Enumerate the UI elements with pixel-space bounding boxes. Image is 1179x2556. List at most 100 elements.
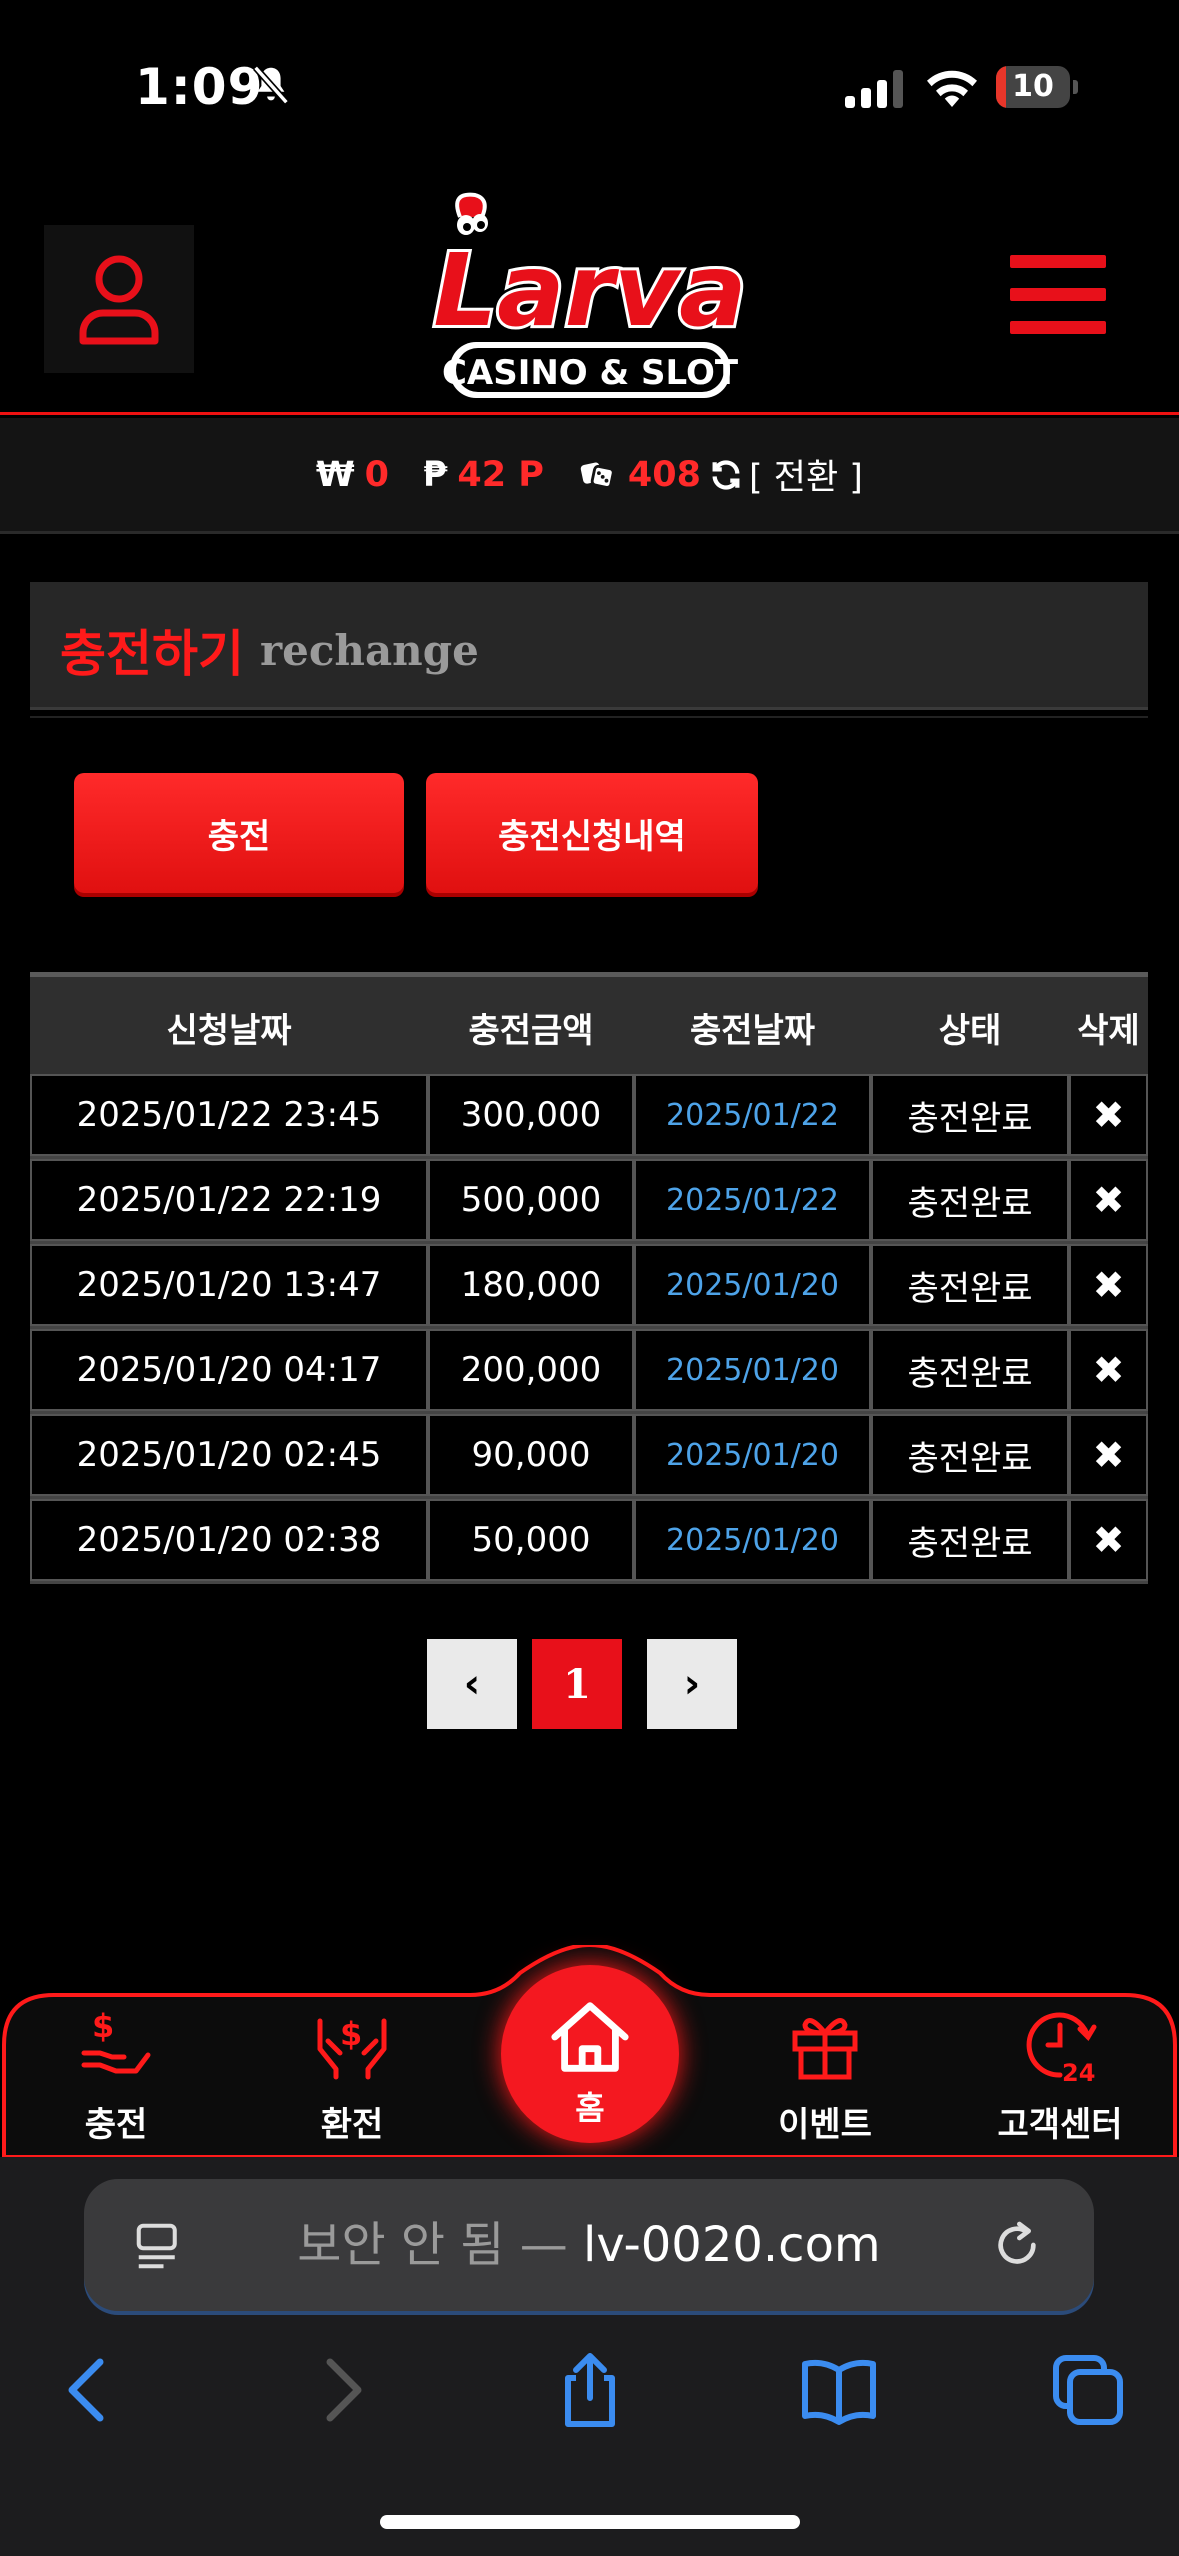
user-icon [79,255,159,345]
table-header: 신청날짜 충전금액 충전날짜 상태 삭제 [30,972,1148,1074]
table-row: 2025/01/20 04:17 200,000 2025/01/20 충전완료… [30,1329,1148,1414]
delete-icon[interactable]: ✖ [1069,1074,1148,1156]
svg-text:24: 24 [1062,2059,1095,2085]
charge-history-button[interactable]: 충전신청내역 [426,773,758,893]
nav-label: 홈 [575,2089,605,2127]
gift-icon [792,2018,858,2080]
battery-level: 10 [1012,69,1054,104]
delete-icon[interactable]: ✖ [1069,1329,1148,1411]
nav-deposit[interactable]: $ 충전 [16,2005,216,2155]
cell-status: 충전완료 [871,1414,1069,1496]
cell-request-date: 2025/01/20 02:45 [30,1414,428,1496]
table-row: 2025/01/22 23:45 300,000 2025/01/22 충전완료… [30,1074,1148,1159]
won-symbol: ₩ [316,454,355,495]
status-bar: 1:09 10 [0,0,1179,170]
forward-icon[interactable] [302,2350,382,2430]
share-icon[interactable] [550,2350,630,2430]
cell-amount: 200,000 [428,1329,634,1411]
delete-icon[interactable]: ✖ [1069,1499,1148,1581]
cell-status: 충전완료 [871,1499,1069,1581]
delete-icon[interactable]: ✖ [1069,1414,1148,1496]
table-row: 2025/01/20 02:38 50,000 2025/01/20 충전완료 … [30,1499,1148,1584]
header-request-date: 신청날짜 [166,1011,292,1051]
page-1-button[interactable]: 1 [532,1639,622,1729]
cell-request-date: 2025/01/20 13:47 [30,1244,428,1326]
cell-amount: 300,000 [428,1074,634,1156]
address-bar[interactable]: 보안 안 됨 — lv-0020.com [84,2179,1094,2311]
header-delete: 삭제 [1077,1011,1140,1051]
browser-toolbar: 보안 안 됨 — lv-0020.com [0,2157,1179,2556]
home-indicator [380,2515,800,2529]
cell-status: 충전완료 [871,1244,1069,1326]
insecure-label: 보안 안 됨 — [297,2217,568,2273]
section-header: 충전하기 rechange [30,582,1148,710]
table-row: 2025/01/22 22:19 500,000 2025/01/22 충전완료… [30,1159,1148,1244]
chip-balance: 408 [627,454,701,495]
home-icon [551,2002,629,2072]
nav-label: 환전 [320,2105,384,2145]
switch-button[interactable]: [ 전환 ] [749,449,863,500]
wifi-icon [927,70,977,107]
svg-text:Larva: Larva [433,232,746,349]
nav-label: 고객센터 [997,2105,1123,2145]
exchange-icon: $ [317,2015,387,2080]
balance-bar: ₩ 0 ₱ 42 P 408 [ 전환 ] [0,418,1179,534]
dice-icon [580,462,615,489]
cell-status: 충전완료 [871,1329,1069,1411]
won-balance: 0 [364,454,390,495]
cell-amount: 50,000 [428,1499,634,1581]
nav-label: 이벤트 [778,2105,872,2145]
table-row: 2025/01/20 13:47 180,000 2025/01/20 충전완료… [30,1244,1148,1329]
cell-amount: 500,000 [428,1159,634,1241]
next-page-button[interactable]: › [647,1639,737,1729]
battery-indicator: 10 [996,66,1078,108]
back-icon[interactable] [48,2350,128,2430]
cell-charge-date[interactable]: 2025/01/20 [634,1499,871,1581]
support-24-icon: 24 [1026,2012,1097,2085]
nav-event[interactable]: 이벤트 [725,2005,925,2155]
pagination: ‹ 1 › [427,1639,737,1729]
cell-charge-date[interactable]: 2025/01/22 [634,1074,871,1156]
cell-amount: 90,000 [428,1414,634,1496]
delete-icon[interactable]: ✖ [1069,1159,1148,1241]
header-charge-date: 충전날짜 [689,1011,816,1051]
bookmarks-icon[interactable] [799,2350,879,2430]
svg-text:$: $ [92,2007,114,2045]
table-row: 2025/01/20 02:45 90,000 2025/01/20 충전완료 … [30,1414,1148,1499]
section-title: 충전하기 [60,625,244,683]
delete-icon[interactable]: ✖ [1069,1244,1148,1326]
charge-history-table: 신청날짜 충전금액 충전날짜 상태 삭제 2025/01/22 23:45 30… [30,972,1148,1584]
user-button[interactable] [44,225,194,373]
divider [30,716,1148,718]
cell-request-date: 2025/01/22 23:45 [30,1074,428,1156]
site-header: Larva CASINO & SLOT [0,175,1179,415]
refresh-icon[interactable] [709,458,743,492]
nav-home[interactable]: 홈 [501,1965,679,2143]
cell-status: 충전완료 [871,1159,1069,1241]
bottom-nav: $ 충전 $ 환전 홈 이벤트 24 고객센터 [0,1945,1179,2157]
nav-support[interactable]: 24 고객센터 [960,2005,1160,2155]
prev-page-button[interactable]: ‹ [427,1639,517,1729]
cell-request-date: 2025/01/20 04:17 [30,1329,428,1411]
url-domain: lv-0020.com [582,2217,881,2273]
header-status: 상태 [938,1011,1002,1051]
section-subtitle: rechange [260,626,479,675]
cell-charge-date[interactable]: 2025/01/20 [634,1244,871,1326]
reload-icon[interactable] [989,2217,1045,2273]
cell-status: 충전완료 [871,1074,1069,1156]
cell-charge-date[interactable]: 2025/01/20 [634,1414,871,1496]
menu-button[interactable] [1010,255,1106,337]
cell-charge-date[interactable]: 2025/01/20 [634,1329,871,1411]
header-amount: 충전금액 [468,1011,594,1051]
larva-logo[interactable]: Larva CASINO & SLOT [420,187,760,407]
cell-charge-date[interactable]: 2025/01/22 [634,1159,871,1241]
cell-amount: 180,000 [428,1244,634,1326]
nav-exchange[interactable]: $ 환전 [252,2005,452,2155]
cell-request-date: 2025/01/20 02:38 [30,1499,428,1581]
cellular-signal-icon [845,70,903,108]
charge-button[interactable]: 충전 [74,773,404,893]
status-time: 1:09 [135,58,264,116]
deposit-icon: $ [81,2007,151,2074]
url-display: 보안 안 됨 — lv-0020.com [84,2179,1094,2311]
tabs-icon[interactable] [1048,2350,1128,2430]
